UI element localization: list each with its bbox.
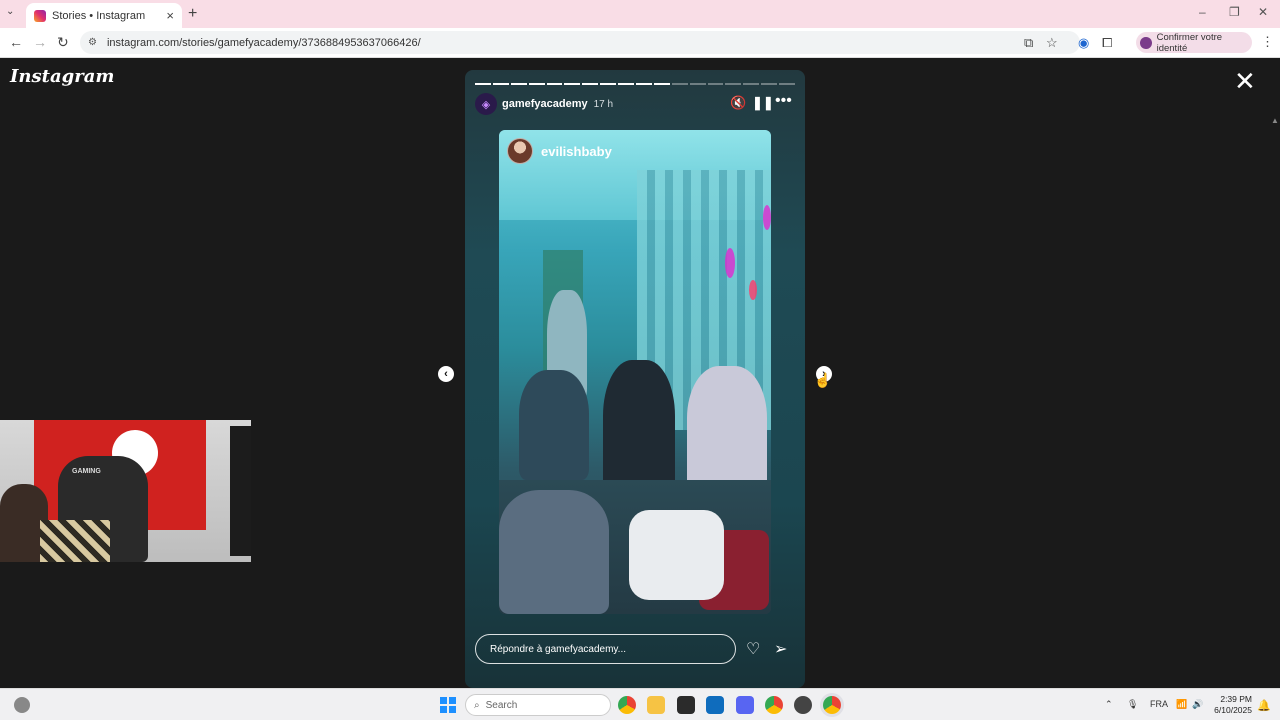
extensions-icon[interactable]: ⧠: [1102, 35, 1112, 51]
story-progress-segment: [743, 83, 760, 85]
story-progress-segment: [492, 83, 509, 85]
story-time: 17 h: [593, 98, 614, 110]
reload-icon[interactable]: ↻: [57, 34, 69, 51]
send-icon[interactable]: ➢: [774, 639, 787, 659]
instagram-logo[interactable]: Instagram: [10, 66, 114, 87]
tab-title: Stories • Instagram: [52, 9, 146, 22]
clock-date: 6/10/2025: [1214, 705, 1252, 715]
chair-brand: GAMING: [72, 468, 101, 475]
browser-menu-icon[interactable]: ⋮: [1261, 34, 1274, 50]
story-progress-segment: [761, 83, 778, 85]
back-icon[interactable]: ←: [9, 34, 23, 50]
webcam-overlay: GAMING: [0, 420, 251, 562]
instagram-favicon-icon: [34, 9, 46, 22]
close-icon[interactable]: ✕: [1234, 68, 1256, 94]
tab-search-icon[interactable]: ⌄: [6, 6, 14, 17]
wifi-icon[interactable]: 📶: [1176, 699, 1187, 710]
mention-sticker[interactable]: evilishbaby: [507, 138, 612, 164]
microphone-icon[interactable]: 🎙: [1127, 699, 1138, 710]
heart-icon[interactable]: ♡: [746, 639, 760, 659]
story-progress-bar: [475, 83, 796, 85]
chrome-taskbar-icon[interactable]: [618, 696, 636, 714]
discord-icon[interactable]: [736, 696, 754, 714]
pause-icon[interactable]: ❚❚: [752, 95, 774, 111]
maximize-icon[interactable]: ❐: [1229, 5, 1240, 19]
site-info-icon[interactable]: ⚙: [88, 37, 97, 48]
story-progress-segment: [707, 83, 724, 85]
browser-toolbar: ← → ↻ ⚙ instagram.com/stories/gamefyacad…: [0, 28, 1280, 58]
profile-button[interactable]: Confirmer votre identité: [1136, 31, 1252, 54]
weather-icon[interactable]: [14, 697, 30, 713]
clock[interactable]: 2:39 PM 6/10/2025: [1210, 694, 1252, 716]
story-progress-segment: [636, 83, 652, 85]
profile-avatar-icon: [1140, 36, 1152, 49]
notifications-icon[interactable]: 🔔: [1257, 699, 1271, 712]
extension-translate-icon[interactable]: ◉: [1078, 35, 1089, 51]
app-icon[interactable]: [794, 696, 812, 714]
chrome-profile-icon[interactable]: [765, 696, 783, 714]
story-progress-segment: [653, 83, 670, 85]
store-icon[interactable]: [677, 696, 695, 714]
story-photo: evilishbaby: [499, 130, 771, 614]
story-progress-segment: [528, 83, 545, 85]
tab-instagram[interactable]: Stories • Instagram ×: [26, 3, 182, 28]
taskbar-search[interactable]: ⌕ Search: [465, 694, 611, 716]
tab-close-icon[interactable]: ×: [166, 8, 174, 23]
browser-tab-strip: ⌄ Stories • Instagram × + – ❐ ✕: [0, 0, 1280, 28]
tray-overflow-icon[interactable]: ⌃: [1105, 699, 1113, 710]
forward-icon[interactable]: →: [33, 34, 47, 50]
taskbar-search-placeholder: Search: [485, 699, 518, 711]
story-progress-segment: [582, 83, 599, 85]
story-progress-segment: [689, 83, 706, 85]
window-close-icon[interactable]: ✕: [1258, 5, 1268, 19]
windows-start-icon[interactable]: [440, 697, 456, 713]
chrome-active-icon[interactable]: [823, 696, 841, 714]
file-explorer-icon[interactable]: [647, 696, 665, 714]
more-icon[interactable]: •••: [775, 92, 792, 110]
outlook-icon[interactable]: [706, 696, 724, 714]
bookmark-star-icon[interactable]: ☆: [1046, 35, 1058, 51]
story-progress-segment: [546, 83, 563, 85]
search-icon: ⌕: [474, 699, 480, 711]
profile-label: Confirmer votre identité: [1156, 31, 1223, 54]
install-app-icon[interactable]: ⧉: [1024, 35, 1033, 51]
gamefyacademy-avatar[interactable]: ◈: [475, 93, 497, 115]
story-header: ◈ gamefyacademy 17 h 🔇 ❚❚ •••: [475, 92, 795, 116]
reply-input[interactable]: Répondre à gamefyacademy...: [475, 634, 736, 664]
story-progress-segment: [564, 83, 581, 85]
speaker-muted-icon[interactable]: 🔇: [730, 95, 746, 111]
instagram-stories-viewer: Instagram ✕ ◈ gamefyacademy 17 h 🔇 ❚❚ ••…: [0, 58, 1280, 688]
story-username[interactable]: gamefyacademy: [502, 98, 588, 110]
previous-story-icon[interactable]: ‹: [438, 366, 454, 382]
new-tab-icon[interactable]: +: [188, 5, 197, 23]
story-progress-segment: [600, 83, 617, 85]
language-indicator[interactable]: FRA: [1150, 699, 1168, 709]
story-progress-segment: [779, 83, 796, 85]
windows-taskbar: ⌕ Search ⌃ 🎙 FRA 📶 🔊 2:39 PM 6/10/2025 🔔: [0, 688, 1280, 720]
mention-avatar: [507, 138, 533, 164]
url-text: instagram.com/stories/gamefyacademy/3736…: [106, 36, 421, 49]
story-progress-segment: [475, 83, 491, 85]
story-progress-segment: [510, 83, 527, 85]
story-card[interactable]: ◈ gamefyacademy 17 h 🔇 ❚❚ ••• evilishbab…: [465, 70, 805, 688]
story-progress-segment: [618, 83, 635, 85]
volume-icon[interactable]: 🔊: [1192, 699, 1203, 710]
story-progress-segment: [725, 83, 742, 85]
address-bar[interactable]: ⚙ instagram.com/stories/gamefyacademy/37…: [80, 31, 1080, 54]
mouse-cursor-icon: ☝: [814, 372, 832, 388]
story-progress-segment: [671, 83, 688, 85]
minimize-icon[interactable]: –: [1199, 5, 1206, 19]
mention-username: evilishbaby: [541, 143, 612, 159]
clock-time: 2:39 PM: [1220, 694, 1252, 704]
scroll-up-icon[interactable]: ▲: [1271, 116, 1279, 125]
